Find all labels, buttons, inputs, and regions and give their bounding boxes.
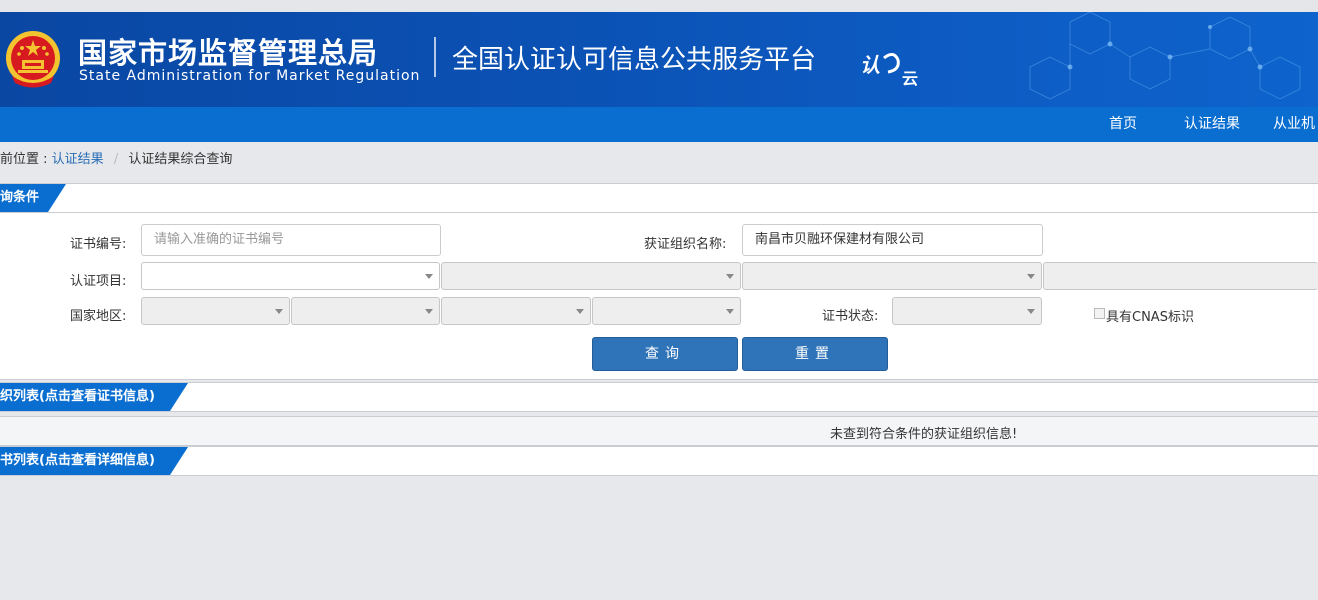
cert-list-title: 书列表(点击查看详细信息) [0, 447, 188, 475]
national-emblem-icon [6, 31, 60, 88]
top-strip [0, 0, 1318, 12]
status-label: 证书状态: [822, 309, 879, 324]
agency-name-cn: 国家市场监督管理总局 [78, 36, 379, 70]
chevron-down-icon [425, 274, 433, 279]
svg-text:认: 认 [860, 53, 880, 77]
breadcrumb-prefix: 前位置 : [0, 152, 48, 167]
reset-button[interactable]: 重置 [742, 337, 888, 371]
chevron-down-icon [576, 309, 584, 314]
breadcrumb-current: 认证结果综合查询 [128, 152, 233, 167]
org-list-empty-message: 未查到符合条件的获证组织信息! [830, 427, 1018, 442]
nav-home[interactable]: 首页 [1109, 107, 1137, 142]
region-select-2[interactable] [291, 297, 440, 325]
region-select-3[interactable] [441, 297, 591, 325]
org-name-input[interactable]: 南昌市贝融环保建材有限公司 [742, 224, 1043, 256]
query-section-title: 询条件 [0, 184, 66, 212]
chevron-down-icon [275, 309, 283, 314]
chevron-down-icon [425, 309, 433, 314]
query-panel: 询条件 证书编号: 请输入准确的证书编号 获证组织名称: 南昌市贝融环保建材有限… [0, 183, 1318, 380]
breadcrumb: 前位置 : 认证结果 / 认证结果综合查询 [0, 146, 232, 174]
agency-name-en: State Administration for Market Regulati… [79, 68, 421, 84]
svg-text:云: 云 [902, 69, 918, 88]
org-list-empty-row: 未查到符合条件的获证组织信息! [0, 416, 1318, 446]
chevron-down-icon [726, 309, 734, 314]
project-select-1[interactable] [141, 262, 440, 290]
cnas-checkbox[interactable] [1094, 308, 1105, 319]
region-select-1[interactable] [141, 297, 290, 325]
region-select-4[interactable] [592, 297, 741, 325]
breadcrumb-link-cert-results[interactable]: 认证结果 [52, 152, 104, 167]
project-label: 认证项目: [70, 274, 127, 289]
platform-title: 全国认证认可信息公共服务平台 [452, 45, 817, 75]
chevron-down-icon [726, 274, 734, 279]
org-list-title: 织列表(点击查看证书信息) [0, 383, 188, 411]
renyun-logo-icon: 认 云 [860, 53, 918, 88]
query-section-header: 询条件 [0, 184, 1318, 213]
cert-list-header: 书列表(点击查看详细信息) [0, 446, 1318, 476]
cnas-label: 具有CNAS标识 [1106, 310, 1194, 325]
cert-no-input[interactable]: 请输入准确的证书编号 [141, 224, 441, 256]
cert-no-label: 证书编号: [70, 237, 127, 252]
search-button[interactable]: 查询 [592, 337, 738, 371]
project-select-3[interactable] [742, 262, 1042, 290]
project-select-4[interactable] [1043, 262, 1318, 290]
nav-practitioners[interactable]: 从业机 [1273, 107, 1315, 142]
org-name-label: 获证组织名称: [644, 237, 727, 252]
nav-cert-results[interactable]: 认证结果 [1184, 107, 1240, 142]
banner-divider [434, 37, 436, 77]
project-select-2[interactable] [441, 262, 741, 290]
main-nav: 首页 认证结果 从业机 [0, 107, 1318, 142]
breadcrumb-separator: / [113, 152, 119, 167]
org-list-header: 织列表(点击查看证书信息) [0, 382, 1318, 412]
chevron-down-icon [1027, 309, 1035, 314]
header-banner: 国家市场监督管理总局 State Administration for Mark… [0, 12, 1318, 107]
chevron-down-icon [1027, 274, 1035, 279]
status-select[interactable] [892, 297, 1042, 325]
hex-network-decoration [1029, 12, 1301, 100]
region-label: 国家地区: [70, 309, 127, 324]
